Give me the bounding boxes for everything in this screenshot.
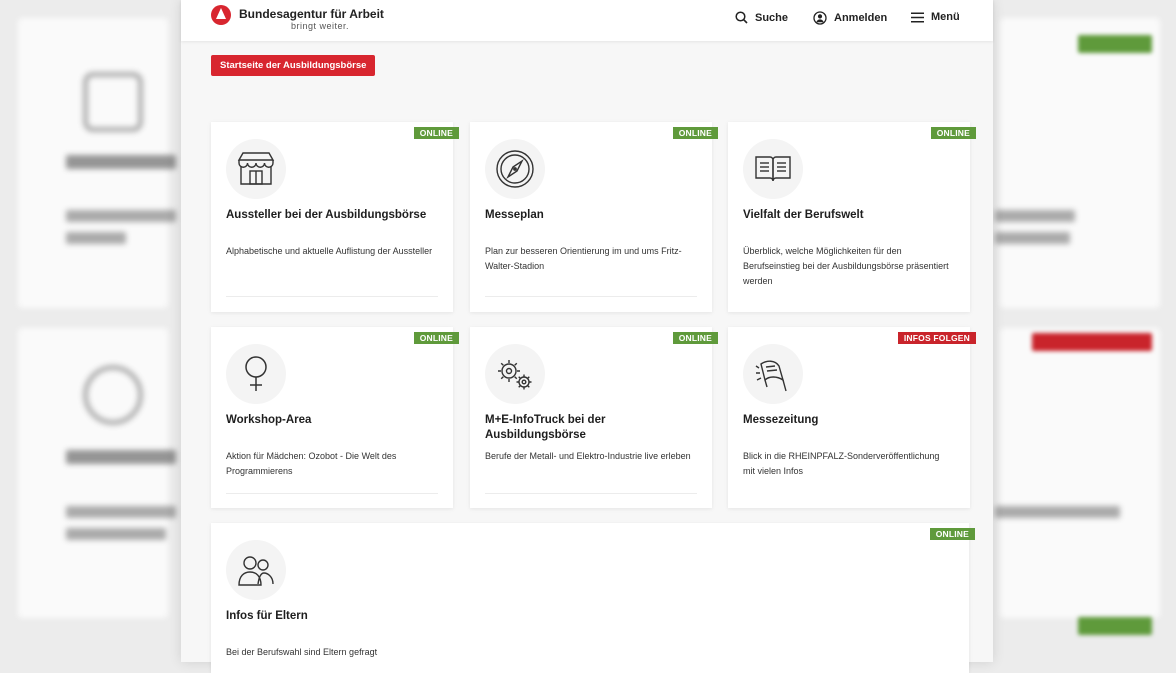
newspaper-icon [743,344,803,404]
status-badge: ONLINE [672,332,718,344]
card-description: Plan zur besseren Orientierung im und um… [485,246,682,271]
card-description: Aktion für Mädchen: Ozobot - Die Welt de… [226,451,397,476]
user-icon [813,11,827,25]
search-icon [735,11,748,24]
card-title: Aussteller bei der Ausbildungsbörse [226,209,427,221]
card-description: Überblick, welche Möglichkeiten für den … [743,246,949,286]
female-symbol-icon [226,344,286,404]
card-messeplan[interactable]: ONLINE Messeplan Plan zur besseren Orien… [470,122,718,312]
parents-icon [226,540,286,600]
logo-slogan: bringt weiter. [291,21,350,31]
status-badge: ONLINE [413,127,459,139]
card-title: Messezeitung [743,414,819,426]
card-workshop-area[interactable]: ONLINE Workshop-Area Aktion für Mädchen:… [211,327,459,508]
status-badge: ONLINE [672,127,718,139]
storefront-icon [226,139,286,199]
home-button[interactable]: Startseite der Ausbildungsbörse [211,55,376,76]
divider [226,296,438,297]
card-title: Vielfalt der Berufswelt [743,209,864,221]
logo[interactable]: Bundesagentur für Arbeit bringt weiter. [211,5,384,31]
agency-logo-icon [211,5,231,25]
card-title: Workshop-Area [226,414,312,426]
card-title: Messeplan [485,209,544,221]
menu-icon [911,12,924,22]
card-description: Blick in die RHEINPFALZ-Sonderveröffentl… [743,451,940,476]
status-badge: ONLINE [929,528,975,540]
gears-icon [485,344,545,404]
card-description: Bei der Berufswahl sind Eltern gefragt [226,647,378,657]
status-badge: ONLINE [930,127,976,139]
card-aussteller[interactable]: ONLINE Aussteller bei der Ausbildungsbör… [211,122,459,312]
search-button[interactable]: Suche [735,11,788,24]
card-infotruck[interactable]: ONLINE M+E-InfoTruck bei der Ausbildungs… [470,327,718,508]
card-vielfalt[interactable]: ONLINE Vielfalt der Berufswelt Überblick… [728,122,976,312]
divider [226,493,438,494]
card-description: Berufe der Metall- und Elektro-Industrie… [485,451,691,461]
card-infos-eltern[interactable]: ONLINE Infos für Eltern Bei der Berufswa… [211,523,975,673]
search-label: Suche [755,11,789,24]
card-messezeitung[interactable]: INFOS FOLGEN Messezeitung Blick in die R… [728,327,976,508]
status-badge: INFOS FOLGEN [897,332,976,344]
page-container: Bundesagentur für Arbeit bringt weiter. … [181,0,993,673]
login-label: Anmelden [834,12,888,24]
status-badge: ONLINE [413,332,459,344]
compass-icon [485,139,545,199]
card-title: Infos für Eltern [226,610,308,622]
divider [485,493,697,494]
login-button[interactable]: Anmelden [813,11,887,25]
logo-title: Bundesagentur für Arbeit [239,7,384,21]
card-title: M+E-InfoTruck bei der Ausbildungsbörse [485,414,606,441]
open-book-icon [743,139,803,199]
card-description: Alphabetische und aktuelle Auflistung de… [226,246,433,256]
menu-button[interactable]: Menü [911,11,960,23]
site-header: Bundesagentur für Arbeit bringt weiter. … [181,0,993,41]
divider [485,296,697,297]
menu-label: Menü [931,11,960,23]
